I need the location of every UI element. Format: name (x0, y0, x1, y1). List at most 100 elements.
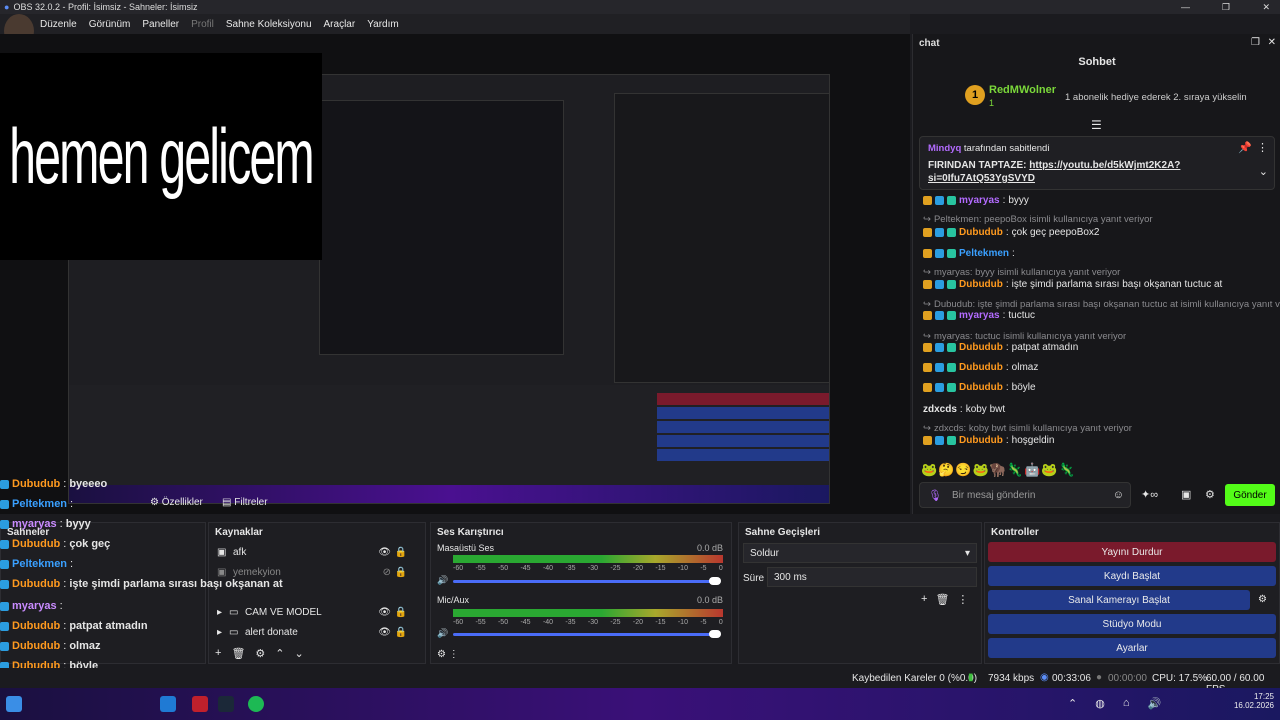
mixer-settings-icon[interactable]: ⚙ ⋮ (437, 649, 459, 660)
chat-username[interactable]: Dubudub (959, 382, 1003, 393)
chevron-up-icon[interactable]: ⌃ (1068, 697, 1077, 710)
overlay-username: Dubudub (12, 640, 61, 652)
settings-icon[interactable]: ⚙ (1205, 488, 1215, 501)
visibility-icon[interactable]: 👁 (378, 627, 391, 638)
menu-docks[interactable]: Paneller (142, 19, 179, 30)
start-recording-button[interactable]: Kaydı Başlat (988, 566, 1276, 586)
volume-slider[interactable] (453, 580, 715, 583)
user-badge-icon (0, 519, 9, 529)
volume-knob[interactable] (709, 630, 721, 638)
menu-scene-collection[interactable]: Sahne Koleksiyonu (226, 19, 312, 30)
overlay-colon: : (63, 478, 67, 490)
gift-icon[interactable]: ▣ (1181, 488, 1191, 501)
chat-colon: : (1005, 279, 1009, 290)
emoji-icon[interactable]: ☺ (1113, 489, 1124, 501)
trash-icon[interactable]: 🗑 (231, 647, 245, 660)
source-item-alert-donate[interactable]: ▸ ▭ alert donate 👁 🔒 (209, 623, 421, 641)
chat-username[interactable]: Dubudub (959, 435, 1003, 446)
add-icon[interactable]: + (921, 593, 927, 606)
chat-username[interactable]: Peltekmen (959, 248, 1009, 259)
user-badge-icon (923, 311, 932, 320)
filters-button[interactable]: ▤ Filtreler (222, 497, 268, 508)
expand-icon[interactable]: ▸ (217, 627, 229, 638)
emote-bar[interactable]: 🐸🤔😏🐸🦬🦎🤖🐸🦎 (921, 462, 1076, 478)
start-virtual-camera-button[interactable]: Sanal Kamerayı Başlat (988, 590, 1250, 610)
menu-edit[interactable]: Düzenle (40, 19, 77, 30)
steam-icon[interactable] (218, 696, 234, 712)
meter-tick: -55 (475, 619, 486, 626)
network-icon[interactable]: ⌂ (1123, 697, 1130, 710)
chat-colon: : (1005, 227, 1009, 238)
volume-icon[interactable]: 🔊 (1147, 697, 1161, 710)
menu-profile[interactable]: Profil (191, 19, 214, 30)
lock-icon[interactable]: 🔒 (395, 627, 407, 638)
speaker-icon[interactable]: 🔊 (437, 575, 448, 586)
studio-mode-button[interactable]: Stüdyo Modu (988, 614, 1276, 634)
menu-tools[interactable]: Araçlar (324, 19, 356, 30)
chat-username[interactable]: zdxcds (923, 404, 957, 415)
vscode-icon[interactable] (160, 696, 176, 712)
volume-knob[interactable] (709, 577, 721, 585)
chat-username[interactable]: myaryas (959, 195, 1000, 206)
mic-icon[interactable]: 🎙 (928, 489, 942, 502)
add-icon[interactable]: + (215, 647, 221, 660)
hidden-icon[interactable]: ⊘ (383, 567, 391, 578)
app-icon[interactable] (192, 696, 208, 712)
duration-input[interactable]: 300 ms (767, 567, 977, 587)
send-button[interactable]: Gönder (1225, 484, 1275, 506)
pin-icon[interactable]: 📌 (1238, 141, 1252, 154)
chat-username[interactable]: Dubudub (959, 362, 1003, 373)
chat-username[interactable]: Dubudub (959, 342, 1003, 353)
minimize-button[interactable]: — (1181, 2, 1190, 12)
chat-username[interactable]: Dubudub (959, 227, 1003, 238)
maximize-button[interactable]: ❐ (1222, 2, 1230, 13)
properties-button[interactable]: ⚙ Özellikler (150, 497, 203, 508)
close-icon[interactable]: ✕ (1268, 37, 1276, 48)
chat-username[interactable]: myaryas (959, 310, 1000, 321)
mixer-dock: Ses Karıştırıcı Masaüstü Ses 0.0 dB -60 -… (430, 522, 732, 664)
overlay-text: hemen gelicem (9, 112, 315, 200)
spotify-icon[interactable] (248, 696, 264, 712)
lock-icon[interactable]: 🔒 (395, 547, 407, 558)
gear-icon[interactable]: ⚙ (255, 647, 265, 660)
discord-icon[interactable]: ◍ (1095, 697, 1105, 710)
points-icon[interactable]: ✦∞ (1141, 488, 1158, 501)
expand-chevron-icon[interactable]: ⌄ (1259, 165, 1268, 178)
menu-view[interactable]: Görünüm (89, 19, 131, 30)
clock-time: 17:25 (1253, 692, 1274, 701)
lock-icon[interactable]: 🔒 (395, 607, 407, 618)
meter-tick: -30 (587, 619, 599, 626)
down-icon[interactable]: ⌄ (295, 647, 304, 660)
pinned-by[interactable]: Mindyq (928, 143, 961, 154)
visibility-icon[interactable]: 👁 (378, 607, 391, 618)
speaker-icon[interactable]: 🔊 (437, 628, 448, 639)
pinned-by-suffix: tarafından sabitlendi (963, 143, 1050, 154)
close-button[interactable]: ✕ (1262, 2, 1270, 13)
trash-icon[interactable]: 🗑 (935, 593, 949, 606)
gear-icon[interactable]: ⚙ (1258, 594, 1267, 605)
menu-help[interactable]: Yardım (367, 19, 399, 30)
visibility-icon[interactable]: 👁 (378, 547, 391, 558)
source-item-afk[interactable]: ▣ afk 👁 🔒 (209, 543, 421, 561)
gifter-name[interactable]: RedMWolner (989, 84, 1056, 96)
chat-input[interactable]: 🎙 Bir mesaj gönderin ☺ (919, 482, 1131, 508)
up-icon[interactable]: ⌃ (275, 647, 284, 660)
collapse-chevron-icon[interactable]: ☰ (1091, 118, 1102, 132)
volume-slider[interactable] (453, 633, 715, 636)
overlay-chat-line: Peltekmen: (0, 558, 76, 570)
image-icon: ▣ (217, 546, 227, 558)
start-icon[interactable] (6, 696, 22, 712)
more-icon[interactable]: ⋮ (957, 593, 968, 606)
more-icon[interactable]: ⋮ (1257, 141, 1268, 154)
settings-button[interactable]: Ayarlar (988, 638, 1276, 658)
float-icon[interactable]: ❐ (1251, 37, 1260, 48)
stop-streaming-button[interactable]: Yayını Durdur (988, 542, 1276, 562)
source-item-cam-ve-model[interactable]: ▸ ▭ CAM VE MODEL 👁 🔒 (209, 603, 421, 621)
rank-badge-icon: 1 (965, 85, 985, 105)
lock-icon[interactable]: 🔒 (395, 567, 407, 578)
expand-icon[interactable]: ▸ (217, 607, 229, 618)
transition-select[interactable]: Soldur ▾ (743, 543, 977, 563)
clock[interactable]: 17:25 16.02.2026 (1222, 692, 1274, 710)
chat-username[interactable]: Dubudub (959, 279, 1003, 290)
overlay-username: Dubudub (12, 538, 61, 550)
